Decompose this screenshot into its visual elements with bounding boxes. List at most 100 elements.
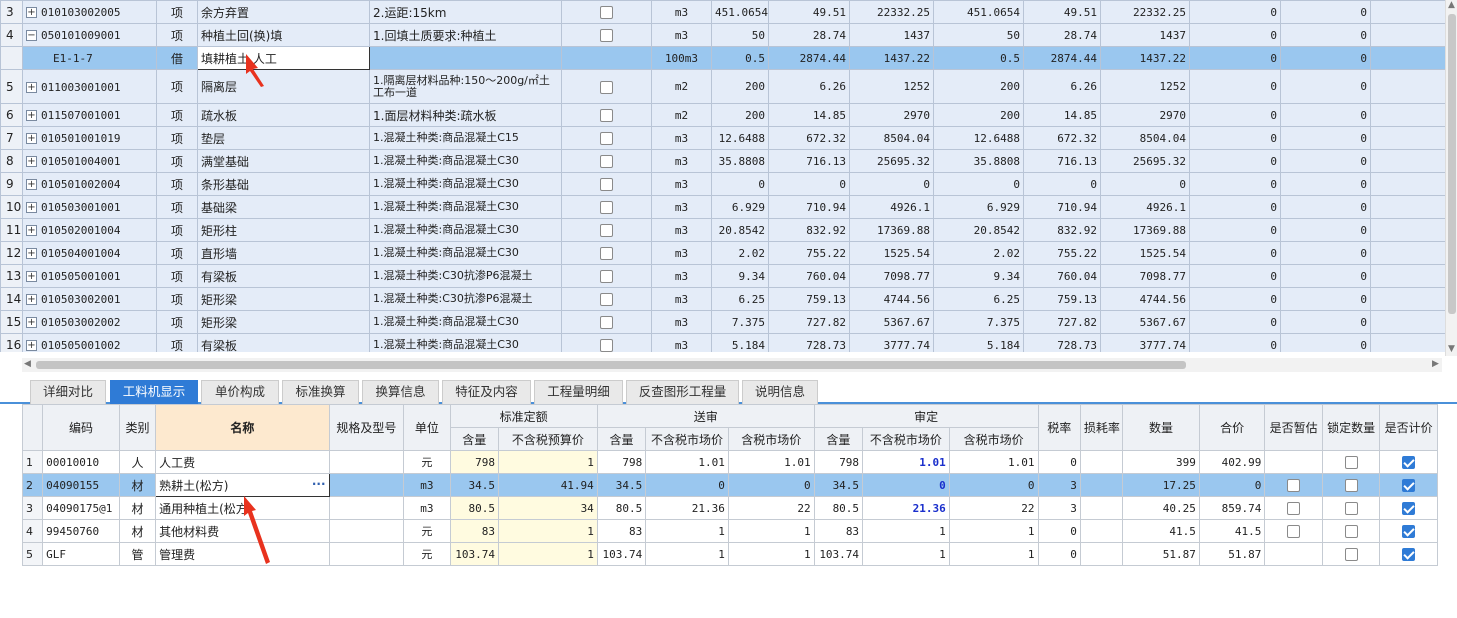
item-checkbox[interactable] <box>600 132 613 145</box>
more-button[interactable]: ··· <box>312 477 326 491</box>
resource-sub-content[interactable]: 80.5 <box>596 496 647 520</box>
item-value-p2[interactable]: 28.74 <box>1023 23 1101 47</box>
item-value-q2[interactable]: 0 <box>933 172 1024 196</box>
item-checkbox[interactable] <box>600 270 613 283</box>
item-checkbox-cell[interactable] <box>561 126 652 150</box>
item-value-t2[interactable]: 5367.67 <box>1100 310 1190 334</box>
item-name[interactable]: 矩形柱 <box>197 218 370 242</box>
item-feature[interactable]: 1.混凝土种类:商品混凝土C15 <box>369 126 562 150</box>
expand-icon[interactable]: + <box>26 340 37 351</box>
priced-checkbox[interactable] <box>1402 479 1416 492</box>
provisional-cell[interactable] <box>1264 496 1323 520</box>
item-checkbox[interactable] <box>600 178 613 191</box>
item-value-p1[interactable]: 710.94 <box>768 195 850 219</box>
resource-name[interactable]: 通用种植土(松方 <box>155 496 330 520</box>
resource-row[interactable]: 2 04090155 材熟耕土(松方) ··· m3 34.5 41.94 34.5 0 0 34.… <box>21 473 1438 497</box>
priced-cell[interactable] <box>1379 496 1438 520</box>
item-checkbox-cell[interactable] <box>561 264 652 288</box>
item-value-q2[interactable]: 50 <box>933 23 1024 47</box>
item-value-z2[interactable]: 0 <box>1280 195 1371 219</box>
expand-icon[interactable]: + <box>26 202 37 213</box>
resource-loss-rate[interactable] <box>1079 519 1124 543</box>
resource-std-budget-price[interactable]: 41.94 <box>497 473 598 497</box>
item-value-z2[interactable]: 0 <box>1280 310 1371 334</box>
priced-cell[interactable] <box>1379 450 1438 474</box>
item-value-q2[interactable]: 2.02 <box>933 241 1024 265</box>
expand-icon[interactable]: + <box>26 110 37 121</box>
resource-tax-rate[interactable]: 0 <box>1037 542 1081 566</box>
lock-cell[interactable] <box>1321 496 1381 520</box>
item-value-z1[interactable]: 0 <box>1189 241 1281 265</box>
header-tax-rate[interactable]: 税率 <box>1037 404 1081 451</box>
resource-std-budget-price[interactable]: 1 <box>497 542 598 566</box>
item-code-cell[interactable]: +011003001001 <box>22 69 157 104</box>
priced-cell[interactable] <box>1379 473 1438 497</box>
item-value-q2[interactable]: 0.5 <box>933 46 1024 70</box>
item-value-z1[interactable]: 0 <box>1189 0 1281 24</box>
item-value-q1[interactable]: 6.929 <box>711 195 769 219</box>
scroll-up-icon[interactable]: ▲ <box>1448 0 1455 10</box>
lock-cell[interactable] <box>1321 473 1381 497</box>
item-value-t1[interactable]: 17369.88 <box>849 218 934 242</box>
item-value-t1[interactable]: 25695.32 <box>849 149 934 173</box>
item-checkbox[interactable] <box>600 316 613 329</box>
scroll-thumb[interactable] <box>1448 14 1456 314</box>
priced-checkbox[interactable] <box>1402 525 1416 538</box>
item-row[interactable]: 10 +010503001001 项基础梁 1.混凝土种类:商品混凝土C30 m3 6.9… <box>0 195 1445 219</box>
resource-spec[interactable] <box>328 450 405 474</box>
expand-icon[interactable]: + <box>26 248 37 259</box>
resource-tax-rate[interactable]: 3 <box>1037 496 1081 520</box>
item-value-p1[interactable]: 49.51 <box>768 0 850 24</box>
resource-row[interactable]: 5 GLF 管管理费元 103.74 1 103.74 1 1 103.74 1 1 0 51.87 51… <box>21 542 1438 566</box>
item-checkbox-cell[interactable] <box>561 172 652 196</box>
item-code-cell[interactable]: +010502001004 <box>22 218 157 242</box>
item-name[interactable]: 条形基础 <box>197 172 370 196</box>
item-value-q2[interactable]: 12.6488 <box>933 126 1024 150</box>
provisional-checkbox[interactable] <box>1287 525 1301 538</box>
item-checkbox-cell[interactable] <box>561 241 652 265</box>
item-value-z1[interactable]: 0 <box>1189 126 1281 150</box>
resource-tax-rate[interactable]: 0 <box>1037 519 1081 543</box>
item-code-cell[interactable]: +010503002002 <box>22 310 157 334</box>
horizontal-scrollbar[interactable]: ◀ ▶ <box>22 358 1442 372</box>
lock-cell[interactable] <box>1321 450 1381 474</box>
header-code[interactable]: 编码 <box>42 404 120 451</box>
item-value-t1[interactable]: 8504.04 <box>849 126 934 150</box>
resource-sub-market-price-tax[interactable]: 1 <box>727 542 815 566</box>
item-row[interactable]: 6 +011507001001 项疏水板 1.面层材料种类:疏水板 m2 200 14.85… <box>0 103 1445 127</box>
item-value-p2[interactable]: 716.13 <box>1023 149 1101 173</box>
item-value-z1[interactable]: 0 <box>1189 46 1281 70</box>
item-value-p2[interactable]: 760.04 <box>1023 264 1101 288</box>
item-value-t1[interactable]: 22332.25 <box>849 0 934 24</box>
resource-app-market-price-tax[interactable]: 1 <box>948 542 1039 566</box>
item-value-t2[interactable]: 4744.56 <box>1100 287 1190 311</box>
resource-std-content[interactable]: 798 <box>449 450 499 474</box>
resource-row[interactable]: 1 00010010 人人工费元 798 1 798 1.01 1.01 798 1.01 1.01… <box>21 450 1438 474</box>
expand-icon[interactable]: + <box>26 156 37 167</box>
item-code-cell[interactable]: +010504001004 <box>22 241 157 265</box>
resource-tax-rate[interactable]: 0 <box>1037 450 1081 474</box>
tab-2[interactable]: 工料机显示 <box>110 380 198 404</box>
header-spec[interactable]: 规格及型号 <box>328 404 405 451</box>
resource-loss-rate[interactable] <box>1079 542 1124 566</box>
item-value-t2[interactable]: 3777.74 <box>1100 333 1190 352</box>
item-row[interactable]: 9 +010501002004 项条形基础 1.混凝土种类:商品混凝土C30 m3 0 0 0… <box>0 172 1445 196</box>
item-checkbox[interactable] <box>600 29 613 42</box>
item-feature[interactable]: 1.面层材料种类:疏水板 <box>369 103 562 127</box>
item-checkbox-cell[interactable] <box>561 287 652 311</box>
item-value-p2[interactable]: 2874.44 <box>1023 46 1101 70</box>
item-row[interactable]: 8 +010501004001 项满堂基础 1.混凝土种类:商品混凝土C30 m3 35.… <box>0 149 1445 173</box>
item-checkbox-cell[interactable] <box>561 218 652 242</box>
resource-loss-rate[interactable] <box>1079 473 1124 497</box>
item-value-z1[interactable]: 0 <box>1189 172 1281 196</box>
item-value-p1[interactable]: 2874.44 <box>768 46 850 70</box>
item-code-cell[interactable]: +010503001001 <box>22 195 157 219</box>
item-value-z2[interactable]: 0 <box>1280 218 1371 242</box>
tab-5[interactable]: 换算信息 <box>362 380 439 404</box>
item-name[interactable]: 隔离层 <box>197 69 370 104</box>
resource-code[interactable]: 04090175@1 <box>42 496 120 520</box>
resource-code[interactable]: 04090155 <box>42 473 120 497</box>
item-value-t1[interactable]: 4926.1 <box>849 195 934 219</box>
priced-checkbox[interactable] <box>1402 548 1416 561</box>
item-value-p2[interactable]: 759.13 <box>1023 287 1101 311</box>
